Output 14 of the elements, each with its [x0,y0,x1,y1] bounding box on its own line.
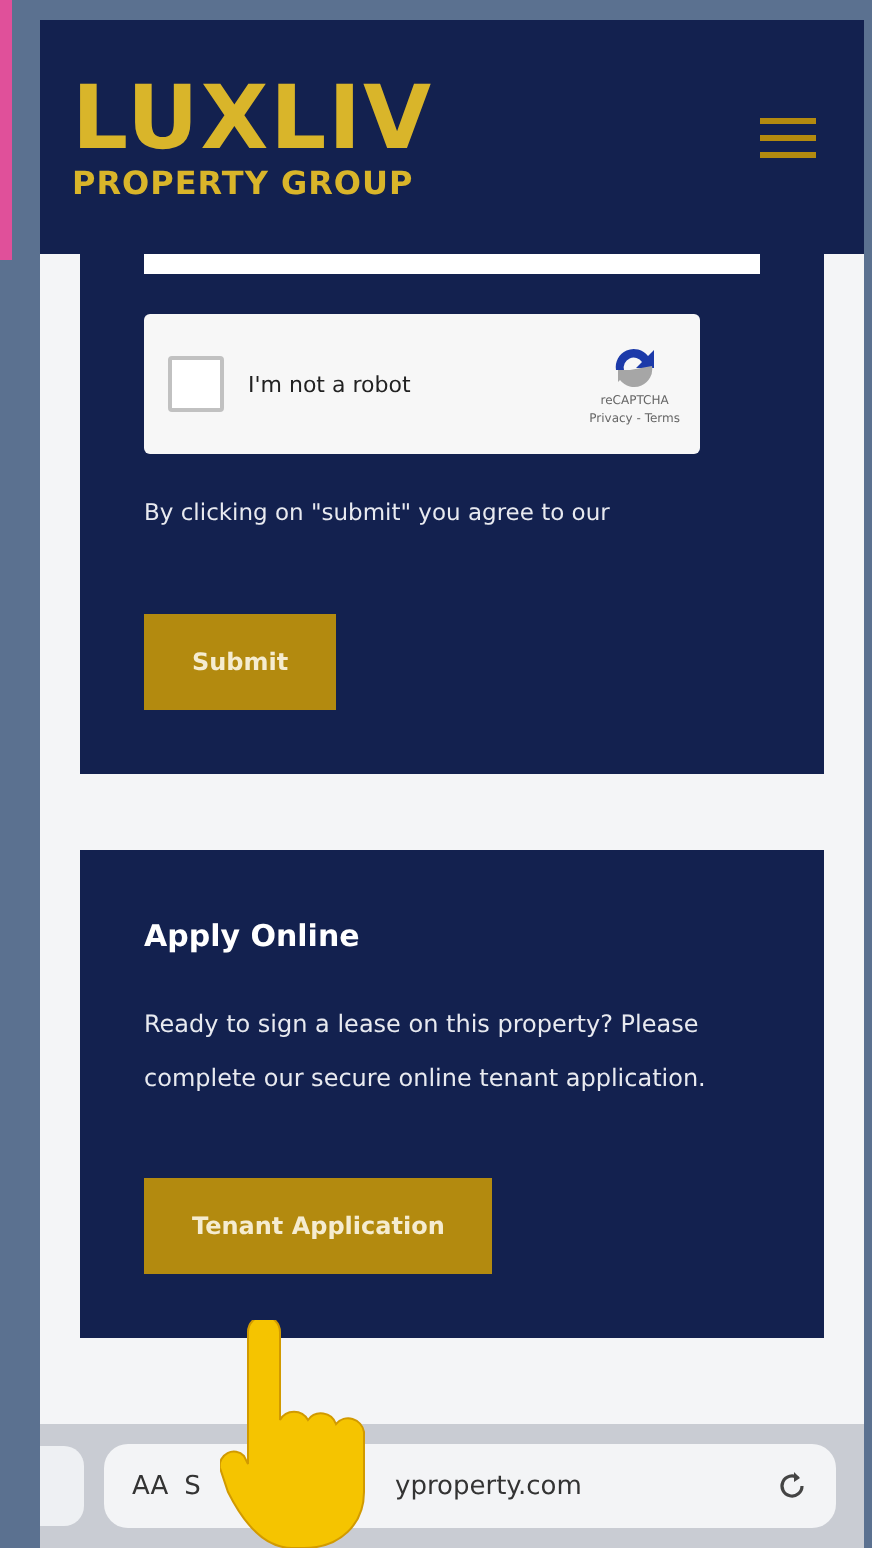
consent-text: By clicking on "submit" you agree to our [144,498,610,526]
input-field[interactable] [144,254,760,274]
captcha-checkbox[interactable] [168,356,224,412]
url-text: S [184,1471,201,1501]
logo-subtitle: PROPERTY GROUP [72,167,416,199]
tab-edge[interactable] [40,1446,84,1526]
card-text: Ready to sign a lease on this property? Please complete our secure online tenant application. [144,1008,708,1096]
url-text: yproperty.com [395,1471,582,1501]
logo-text: LUXLIV [72,75,434,163]
card-title: Apply Online [144,918,360,954]
reload-icon[interactable] [776,1470,808,1502]
captcha-label: I'm not a robot [248,371,413,397]
text-size-label[interactable]: AA [132,1471,169,1501]
menu-icon[interactable] [760,115,816,159]
